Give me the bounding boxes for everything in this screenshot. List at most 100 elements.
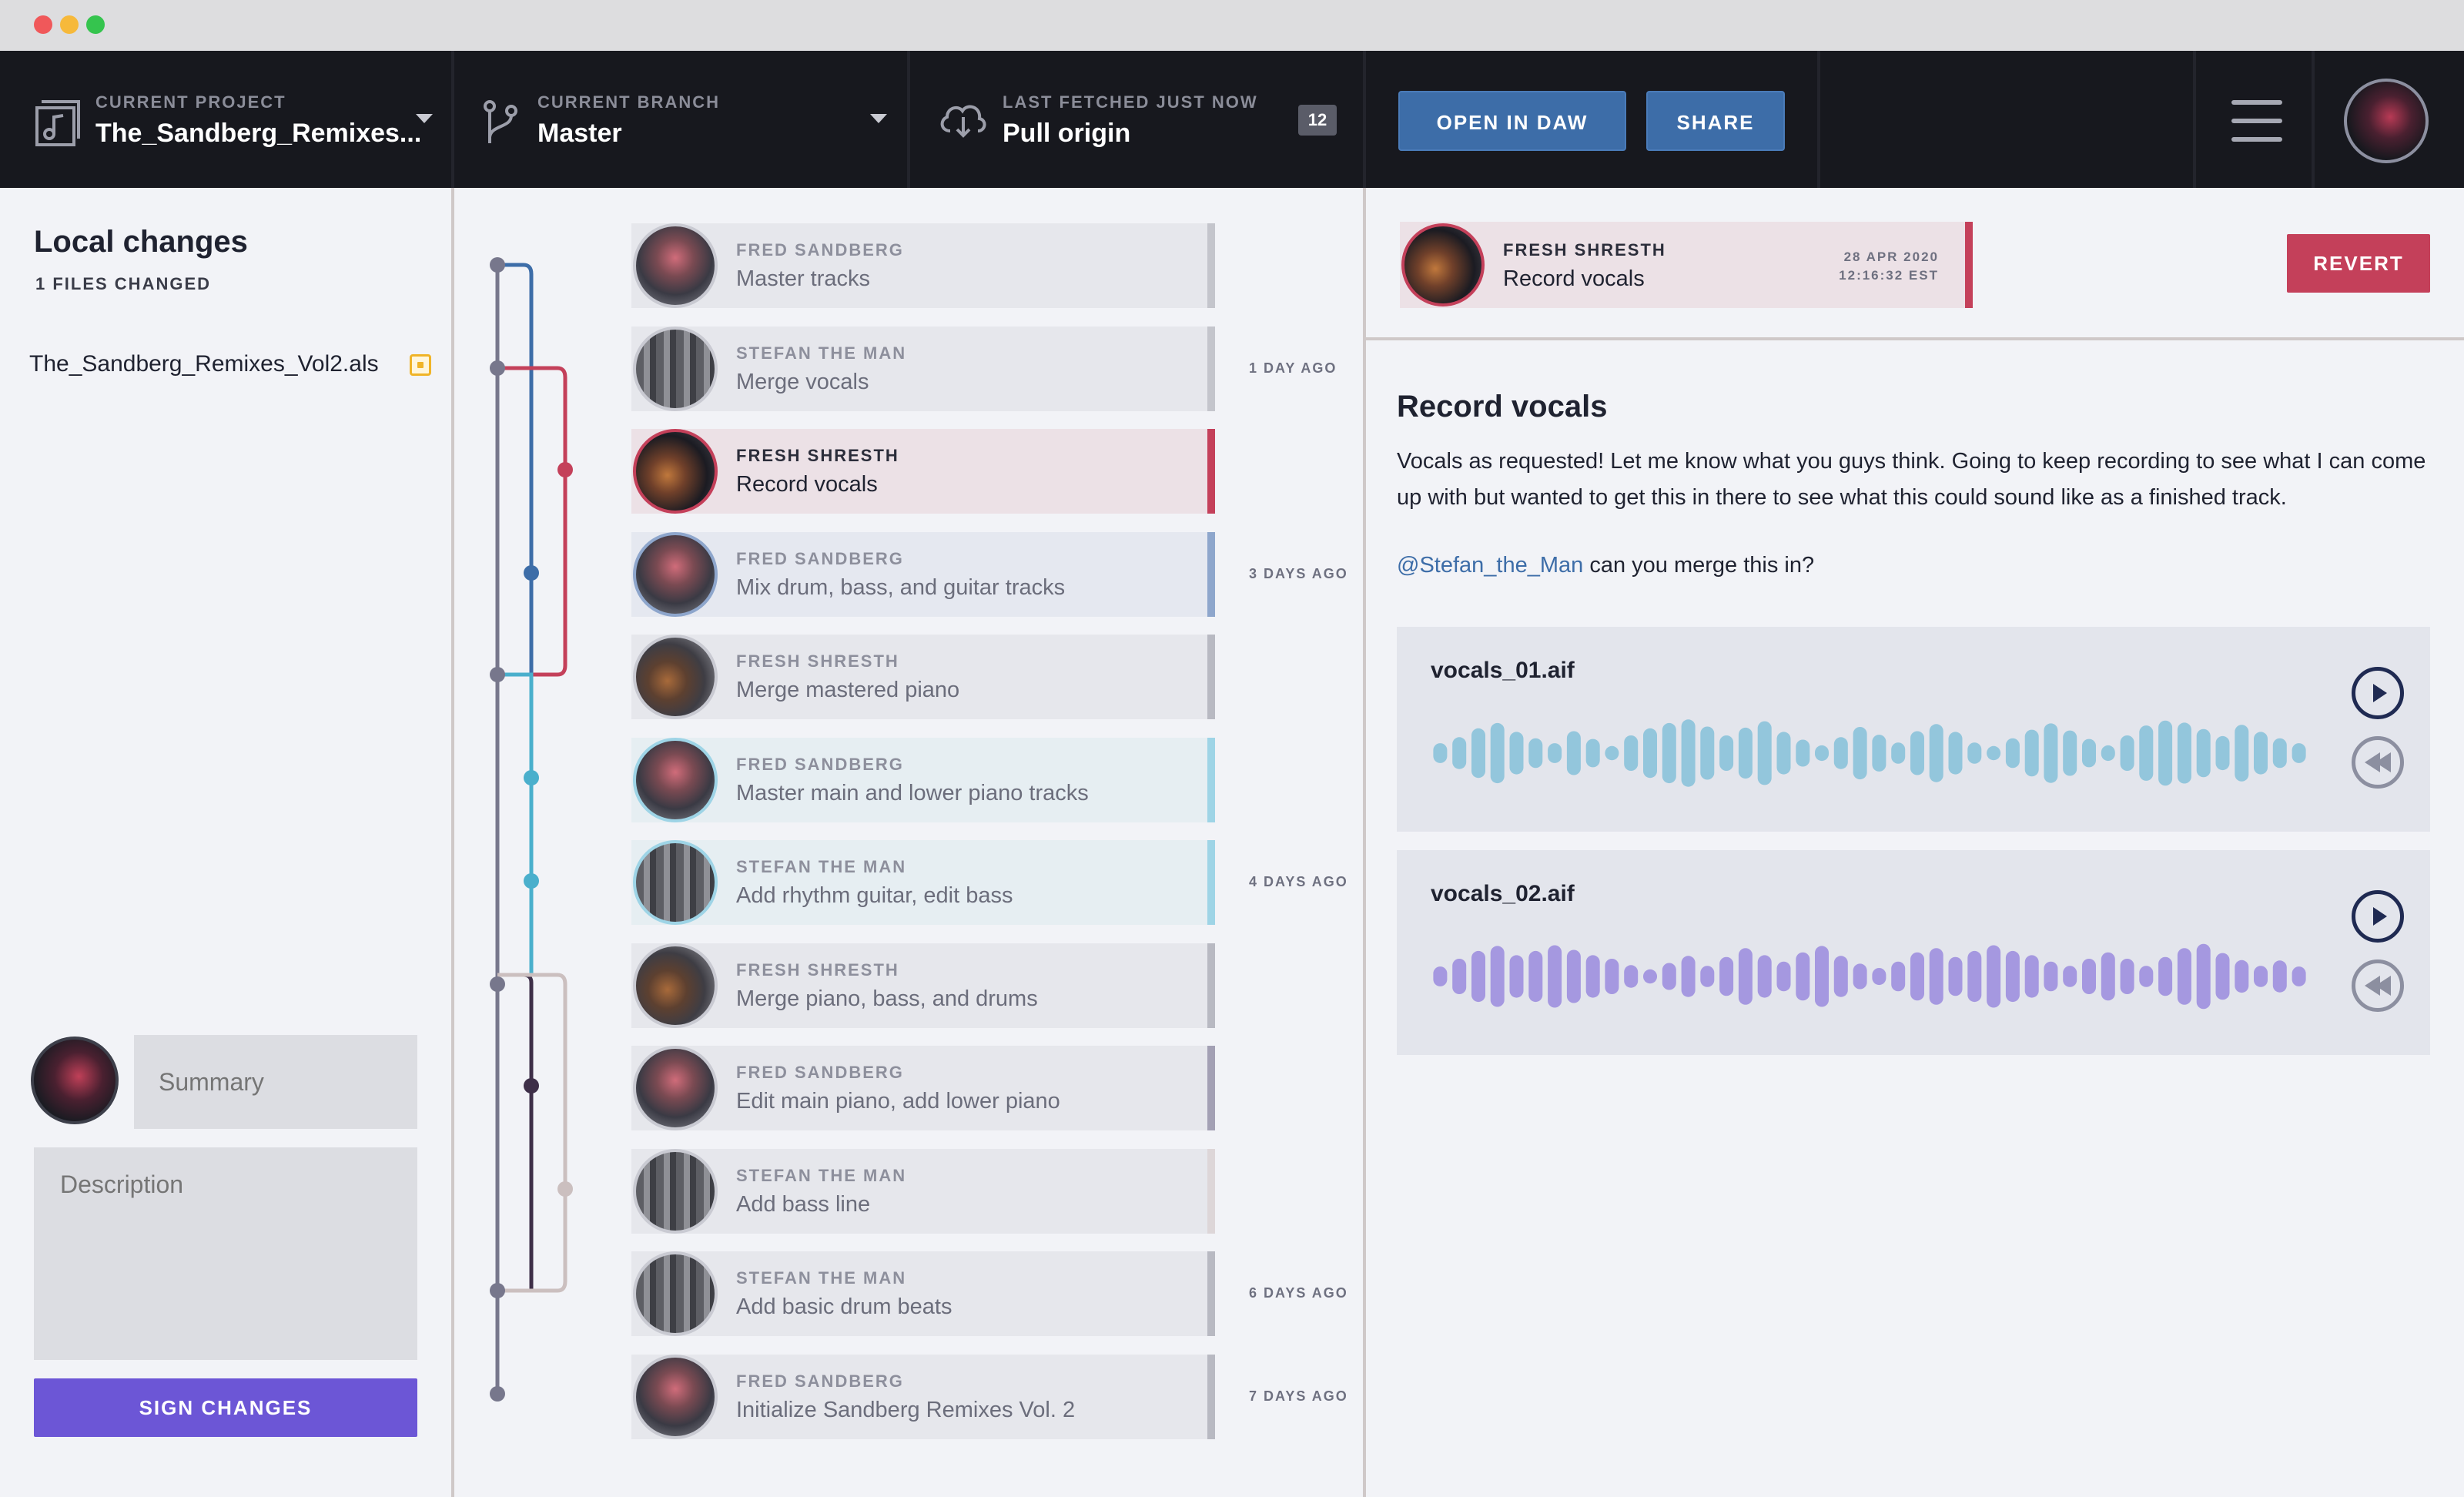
- rewind-icon[interactable]: [2352, 959, 2404, 1012]
- waveform-bar: [1662, 722, 1676, 784]
- waveform-bar: [2139, 966, 2154, 987]
- user-avatar[interactable]: [2344, 79, 2429, 163]
- play-icon[interactable]: [2352, 667, 2404, 719]
- commit-row[interactable]: STEFAN THE MAN Merge vocals: [631, 327, 1215, 411]
- waveform-bar: [1910, 952, 1924, 1001]
- play-icon[interactable]: [2352, 890, 2404, 943]
- waveform-bar: [2235, 725, 2249, 782]
- commit-row[interactable]: FRED SANDBERG Edit main piano, add lower …: [631, 1046, 1215, 1130]
- description-input[interactable]: [34, 1147, 417, 1360]
- sign-changes-button[interactable]: SIGN CHANGES: [34, 1378, 417, 1437]
- waveform-bar: [1585, 955, 1600, 998]
- commit-row[interactable]: FRESH SHRESTH Merge piano, bass, and drum…: [631, 943, 1215, 1028]
- commit-row[interactable]: FRED SANDBERG Master main and lower piano…: [631, 738, 1215, 822]
- waveform-bar: [1948, 956, 1963, 996]
- close-window-button[interactable]: [34, 15, 52, 34]
- divider: [2312, 51, 2315, 188]
- divider: [1363, 51, 1366, 188]
- commit-row[interactable]: FRED SANDBERG Master tracks: [631, 223, 1215, 308]
- waveform-bar: [1433, 966, 1448, 986]
- commit-author: STEFAN THE MAN: [736, 1268, 907, 1288]
- waveform-bar: [2196, 943, 2211, 1010]
- waveform-bar: [1719, 956, 1734, 996]
- rewind-icon[interactable]: [2352, 736, 2404, 789]
- waveform-bar: [1738, 727, 1753, 779]
- commit-color-bar: [1207, 429, 1215, 514]
- commit-color-bar: [1207, 943, 1215, 1028]
- commit-row[interactable]: FRESH SHRESTH Merge mastered piano: [631, 635, 1215, 719]
- commit-row[interactable]: FRED SANDBERG Initialize Sandberg Remixes…: [631, 1355, 1215, 1439]
- waveform-bar: [2101, 745, 2115, 762]
- commit-author: FRESH SHRESTH: [1503, 240, 1666, 260]
- commit-row[interactable]: STEFAN THE MAN Add basic drum beats: [631, 1251, 1215, 1336]
- minimize-window-button[interactable]: [60, 15, 79, 34]
- changed-file-name[interactable]: The_Sandberg_Remixes_Vol2.als: [29, 351, 379, 377]
- fetch-status-label: LAST FETCHED JUST NOW: [1003, 92, 1258, 112]
- commit-message: Mix drum, bass, and guitar tracks: [736, 575, 1066, 600]
- waveform-bar: [1471, 950, 1485, 1003]
- commit-message: Master main and lower piano tracks: [736, 781, 1089, 805]
- branch-graph: [490, 257, 573, 1402]
- project-label: CURRENT PROJECT: [95, 92, 286, 112]
- commit-row[interactable]: STEFAN THE MAN Add rhythm guitar, edit ba…: [631, 840, 1215, 925]
- waveform-bar: [1853, 727, 1867, 780]
- waveform[interactable]: [1431, 716, 2308, 790]
- waveform-bar: [1528, 738, 1543, 769]
- avatar: [633, 532, 718, 617]
- user-mention-link[interactable]: @Stefan_the_Man: [1397, 553, 1583, 578]
- commit-row[interactable]: STEFAN THE MAN Add bass line: [631, 1149, 1215, 1234]
- music-file-icon: [35, 100, 80, 146]
- waveform-bar: [1891, 742, 1906, 764]
- commit-row[interactable]: FRED SANDBERG Mix drum, bass, and guitar …: [631, 532, 1215, 617]
- waveform-bar: [1681, 956, 1696, 997]
- waveform-bar: [1700, 966, 1715, 987]
- waveform-bar: [1796, 739, 1810, 767]
- waveform-bar: [1681, 719, 1696, 787]
- commit-relative-time: 7 DAYS AGO: [1249, 1388, 1348, 1404]
- commit-row[interactable]: FRESH SHRESTH Record vocals: [631, 429, 1215, 514]
- waveform-bar: [2272, 960, 2287, 993]
- branch-icon: [484, 100, 517, 143]
- avatar: [31, 1037, 119, 1124]
- project-selector[interactable]: CURRENT PROJECT The_Sandberg_Remixes...: [0, 51, 453, 188]
- waveform-bar: [1967, 950, 1982, 1003]
- commit-message: Master tracks: [736, 266, 871, 291]
- audio-file-name: vocals_02.aif: [1431, 881, 1575, 906]
- maximize-window-button[interactable]: [86, 15, 105, 34]
- share-button[interactable]: SHARE: [1646, 91, 1785, 151]
- menu-icon[interactable]: [2231, 100, 2285, 143]
- commit-node: [490, 1283, 505, 1298]
- avatar: [633, 1046, 718, 1130]
- pull-origin-button[interactable]: LAST FETCHED JUST NOW Pull origin: [910, 51, 1364, 188]
- waveform-bar: [1738, 948, 1753, 1005]
- divider: [1817, 51, 1820, 188]
- commit-color-bar: [1207, 327, 1215, 411]
- waveform-bar: [1700, 726, 1715, 780]
- open-in-daw-button[interactable]: OPEN IN DAW: [1398, 91, 1626, 151]
- waveform-bar: [2024, 955, 2039, 998]
- commit-message: Record vocals: [736, 472, 878, 497]
- waveform-bar: [1929, 724, 1943, 782]
- branch-selector[interactable]: CURRENT BRANCH Master: [454, 51, 907, 188]
- commit-node: [557, 462, 573, 477]
- commit-message: Record vocals: [1503, 266, 1645, 291]
- commit-message: Add bass line: [736, 1192, 871, 1217]
- mention-suffix: can you merge this in?: [1583, 553, 1815, 578]
- waveform-bar: [1987, 945, 2001, 1008]
- waveform[interactable]: [1431, 939, 2308, 1013]
- avatar: [633, 327, 718, 411]
- summary-input[interactable]: [134, 1035, 417, 1129]
- waveform-bar: [1566, 949, 1581, 1003]
- commit-node: [524, 565, 539, 581]
- divider: [1366, 337, 2464, 340]
- waveform-bar: [1815, 946, 1829, 1007]
- waveform-bar: [2254, 966, 2268, 987]
- waveform-bar: [2235, 959, 2249, 993]
- waveform-bar: [2196, 728, 2211, 778]
- waveform-bar: [1776, 732, 1791, 775]
- waveform-bar: [1643, 969, 1657, 984]
- commit-node: [490, 1386, 505, 1402]
- commit-relative-time: 1 DAY AGO: [1249, 360, 1337, 376]
- files-changed-count: 1 FILES CHANGED: [35, 274, 212, 293]
- revert-button[interactable]: REVERT: [2287, 234, 2430, 293]
